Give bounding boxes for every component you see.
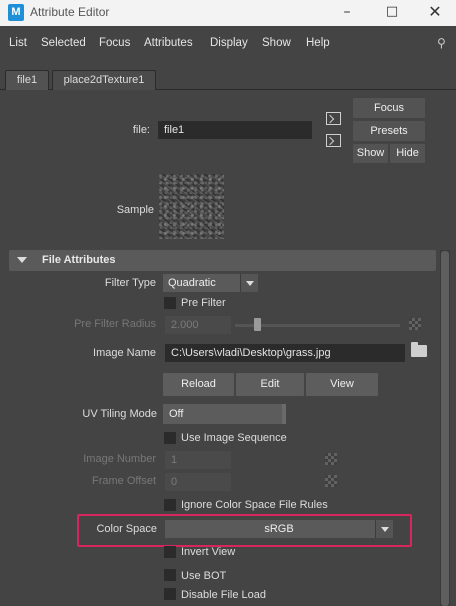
file-name-field[interactable]: file1 (158, 121, 312, 139)
file-attributes-header[interactable]: File Attributes (9, 250, 436, 271)
map-texture-icon[interactable] (409, 318, 421, 330)
tab-place2dtexture1[interactable]: place2dTexture1 (52, 70, 156, 90)
menu-attributes[interactable]: Attributes (144, 37, 193, 49)
menu-help[interactable]: Help (306, 37, 330, 49)
invert-view-label: Invert View (181, 546, 236, 558)
folder-icon[interactable] (411, 342, 427, 357)
file-label: file: (132, 124, 150, 136)
scrollbar-thumb[interactable] (441, 251, 449, 606)
sample-label: Sample (116, 204, 154, 216)
tab-bar: file1 place2dTexture1 (0, 68, 456, 90)
presets-button[interactable]: Presets (353, 121, 425, 141)
color-space-dropdown[interactable]: sRGB (165, 520, 393, 538)
use-bot-checkbox[interactable] (164, 569, 176, 581)
title-bar: M Attribute Editor – □ ✕ (0, 0, 456, 26)
uv-tiling-mode-dropdown[interactable]: Off (163, 404, 286, 424)
menu-bar: List Selected Focus Attributes Display S… (0, 26, 456, 62)
hide-button[interactable]: Hide (390, 144, 425, 163)
disable-file-load-label: Disable File Load (181, 589, 266, 601)
output-connection-icon[interactable] (326, 134, 341, 147)
pre-filter-radius-label: Pre Filter Radius (74, 318, 156, 330)
color-space-label: Color Space (96, 523, 157, 535)
slider-handle[interactable] (254, 318, 261, 331)
section-title: File Attributes (42, 254, 116, 266)
menu-show[interactable]: Show (262, 37, 291, 49)
maya-app-icon: M (8, 4, 24, 21)
frame-offset-label: Frame Offset (92, 475, 156, 487)
chevron-down-icon (375, 520, 393, 538)
ignore-color-space-rules-label: Ignore Color Space File Rules (181, 499, 328, 511)
frame-offset-map-icon[interactable] (325, 475, 337, 487)
pin-icon[interactable]: ⚲ (437, 36, 449, 50)
maximize-icon[interactable]: □ (370, 0, 414, 26)
tab-file1[interactable]: file1 (5, 70, 49, 90)
image-number-map-icon[interactable] (325, 453, 337, 465)
pre-filter-checkbox[interactable] (164, 297, 176, 309)
image-number-field[interactable]: 1 (165, 451, 231, 469)
window-title: Attribute Editor (30, 5, 110, 19)
color-space-value: sRGB (264, 523, 294, 535)
menu-selected[interactable]: Selected (41, 37, 86, 49)
pre-filter-label: Pre Filter (181, 297, 226, 309)
filter-type-label: Filter Type (104, 277, 156, 289)
close-icon[interactable]: ✕ (413, 0, 456, 26)
input-connection-icon[interactable] (326, 112, 341, 125)
filter-type-value: Quadratic (168, 277, 216, 289)
reload-button[interactable]: Reload (163, 373, 234, 396)
show-button[interactable]: Show (353, 144, 388, 163)
menu-list[interactable]: List (9, 37, 27, 49)
pre-filter-radius-field[interactable]: 2.000 (165, 316, 231, 334)
chevron-down-icon (240, 274, 258, 292)
focus-button[interactable]: Focus (353, 98, 425, 118)
disable-file-load-checkbox[interactable] (164, 588, 176, 600)
menu-display[interactable]: Display (210, 37, 248, 49)
sample-swatch (159, 174, 224, 239)
edit-button[interactable]: Edit (236, 373, 304, 396)
image-number-label: Image Number (83, 453, 156, 465)
menu-focus[interactable]: Focus (99, 37, 130, 49)
frame-offset-field[interactable]: 0 (165, 473, 231, 491)
collapse-triangle-icon[interactable] (17, 257, 27, 263)
use-image-sequence-label: Use Image Sequence (181, 432, 287, 444)
filter-type-dropdown[interactable]: Quadratic (163, 274, 258, 292)
ignore-color-space-rules-checkbox[interactable] (164, 499, 176, 511)
use-bot-label: Use BOT (181, 570, 227, 582)
uv-tiling-mode-label: UV Tiling Mode (82, 408, 157, 420)
use-image-sequence-checkbox[interactable] (164, 432, 176, 444)
invert-view-checkbox[interactable] (164, 546, 176, 558)
image-name-label: Image Name (93, 347, 156, 359)
image-name-field[interactable]: C:\Users\vladi\Desktop\grass.jpg (165, 344, 405, 362)
view-button[interactable]: View (306, 373, 378, 396)
minimize-icon[interactable]: – (325, 0, 369, 26)
